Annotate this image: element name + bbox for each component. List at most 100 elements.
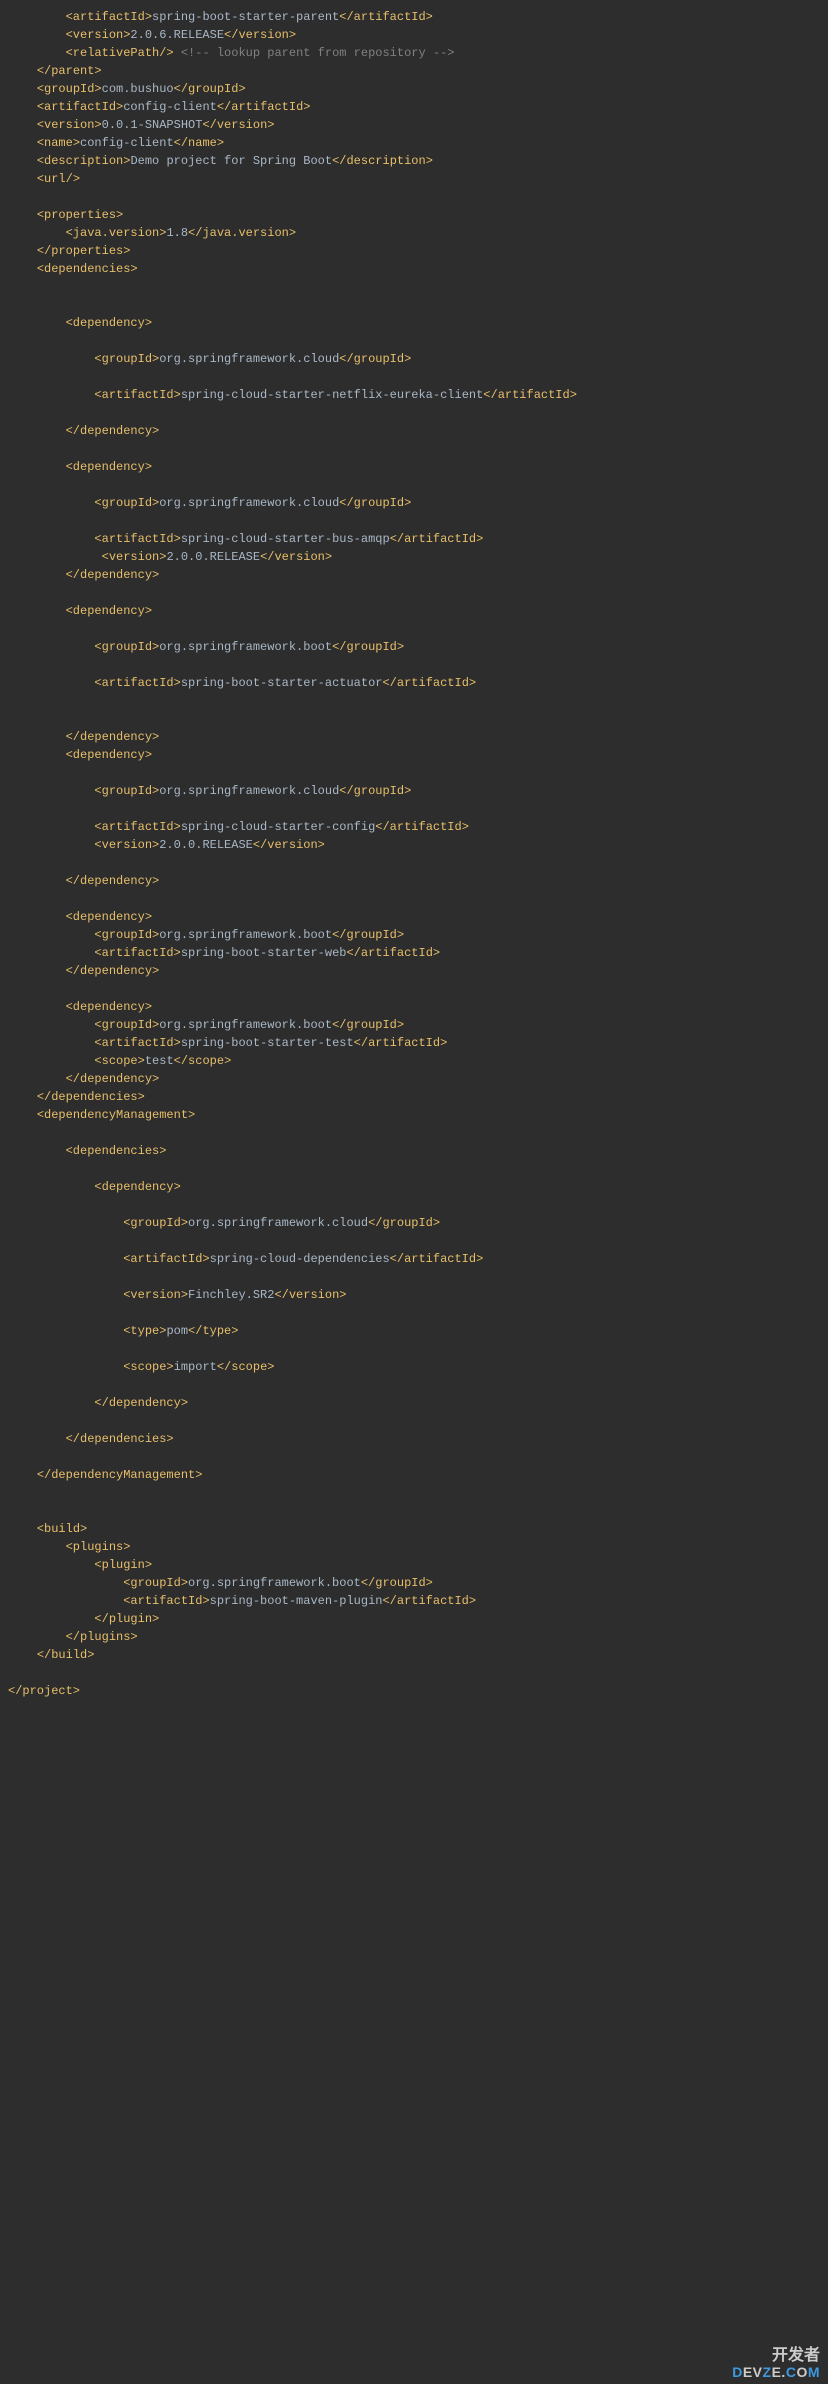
code-line[interactable]: [8, 656, 820, 674]
code-line[interactable]: <build>: [8, 1520, 820, 1538]
code-line[interactable]: <dependencies>: [8, 1142, 820, 1160]
code-line[interactable]: <artifactId>spring-boot-starter-actuator…: [8, 674, 820, 692]
code-line[interactable]: <url/>: [8, 170, 820, 188]
code-line[interactable]: <groupId>org.springframework.cloud</grou…: [8, 350, 820, 368]
code-line[interactable]: <artifactId>spring-cloud-starter-netflix…: [8, 386, 820, 404]
code-line[interactable]: [8, 764, 820, 782]
code-line[interactable]: </properties>: [8, 242, 820, 260]
code-line[interactable]: [8, 278, 820, 296]
code-line[interactable]: </dependencies>: [8, 1088, 820, 1106]
code-line[interactable]: </dependency>: [8, 566, 820, 584]
code-line[interactable]: <groupId>org.springframework.cloud</grou…: [8, 1214, 820, 1232]
code-line[interactable]: [8, 854, 820, 872]
code-line[interactable]: <version>2.0.6.RELEASE</version>: [8, 26, 820, 44]
code-line[interactable]: </build>: [8, 1646, 820, 1664]
code-line[interactable]: [8, 1232, 820, 1250]
code-line[interactable]: <dependency>: [8, 314, 820, 332]
code-line[interactable]: <type>pom</type>: [8, 1322, 820, 1340]
code-line[interactable]: [8, 980, 820, 998]
code-line[interactable]: <java.version>1.8</java.version>: [8, 224, 820, 242]
code-line[interactable]: </dependency>: [8, 1394, 820, 1412]
code-editor[interactable]: <artifactId>spring-boot-starter-parent</…: [0, 4, 828, 1704]
code-line[interactable]: <groupId>org.springframework.cloud</grou…: [8, 494, 820, 512]
code-line[interactable]: [8, 476, 820, 494]
code-line[interactable]: </project>: [8, 1682, 820, 1700]
code-line[interactable]: <version>2.0.0.RELEASE</version>: [8, 548, 820, 566]
code-line[interactable]: </dependency>: [8, 728, 820, 746]
code-line[interactable]: [8, 584, 820, 602]
code-line[interactable]: [8, 188, 820, 206]
code-line[interactable]: [8, 440, 820, 458]
code-line[interactable]: [8, 1304, 820, 1322]
code-line[interactable]: <version>Finchley.SR2</version>: [8, 1286, 820, 1304]
code-line[interactable]: <version>2.0.0.RELEASE</version>: [8, 836, 820, 854]
code-line[interactable]: </dependency>: [8, 422, 820, 440]
code-line[interactable]: <dependency>: [8, 746, 820, 764]
code-line[interactable]: <groupId>org.springframework.boot</group…: [8, 1016, 820, 1034]
code-line[interactable]: [8, 1268, 820, 1286]
code-line[interactable]: [8, 800, 820, 818]
code-line[interactable]: <name>config-client</name>: [8, 134, 820, 152]
code-token-text: config-client: [80, 136, 174, 150]
code-line[interactable]: [8, 1196, 820, 1214]
code-line[interactable]: <properties>: [8, 206, 820, 224]
code-line[interactable]: <groupId>com.bushuo</groupId>: [8, 80, 820, 98]
code-token-tag: <properties>: [37, 208, 123, 222]
code-line[interactable]: <artifactId>spring-boot-maven-plugin</ar…: [8, 1592, 820, 1610]
code-line[interactable]: [8, 1664, 820, 1682]
code-line[interactable]: [8, 296, 820, 314]
code-line[interactable]: [8, 1340, 820, 1358]
code-line[interactable]: [8, 890, 820, 908]
code-line[interactable]: <groupId>org.springframework.cloud</grou…: [8, 782, 820, 800]
code-line[interactable]: </dependency>: [8, 1070, 820, 1088]
code-line[interactable]: [8, 710, 820, 728]
code-line[interactable]: [8, 1412, 820, 1430]
code-line[interactable]: <artifactId>config-client</artifactId>: [8, 98, 820, 116]
code-line[interactable]: <dependency>: [8, 602, 820, 620]
code-line[interactable]: </parent>: [8, 62, 820, 80]
code-line[interactable]: [8, 1448, 820, 1466]
code-line[interactable]: [8, 512, 820, 530]
code-line[interactable]: [8, 1160, 820, 1178]
code-line[interactable]: [8, 1376, 820, 1394]
code-line[interactable]: [8, 404, 820, 422]
code-line[interactable]: <plugins>: [8, 1538, 820, 1556]
code-line[interactable]: <dependency>: [8, 458, 820, 476]
code-line[interactable]: [8, 368, 820, 386]
code-line[interactable]: <artifactId>spring-cloud-starter-bus-amq…: [8, 530, 820, 548]
code-line[interactable]: [8, 620, 820, 638]
code-line[interactable]: <plugin>: [8, 1556, 820, 1574]
code-line[interactable]: <dependency>: [8, 998, 820, 1016]
code-line[interactable]: [8, 1124, 820, 1142]
code-line[interactable]: <groupId>org.springframework.boot</group…: [8, 638, 820, 656]
code-line[interactable]: <scope>import</scope>: [8, 1358, 820, 1376]
code-token-tag: </groupId>: [332, 640, 404, 654]
code-line[interactable]: <description>Demo project for Spring Boo…: [8, 152, 820, 170]
code-line[interactable]: <artifactId>spring-boot-starter-test</ar…: [8, 1034, 820, 1052]
code-line[interactable]: [8, 1484, 820, 1502]
code-token-text: Finchley.SR2: [188, 1288, 274, 1302]
code-line[interactable]: <relativePath/> <!-- lookup parent from …: [8, 44, 820, 62]
code-token-text: 2.0.6.RELEASE: [130, 28, 224, 42]
code-line[interactable]: [8, 692, 820, 710]
code-line[interactable]: <version>0.0.1-SNAPSHOT</version>: [8, 116, 820, 134]
code-line[interactable]: <scope>test</scope>: [8, 1052, 820, 1070]
code-line[interactable]: </dependency>: [8, 962, 820, 980]
code-line[interactable]: <artifactId>spring-cloud-starter-config<…: [8, 818, 820, 836]
code-line[interactable]: [8, 332, 820, 350]
code-line[interactable]: </plugins>: [8, 1628, 820, 1646]
code-line[interactable]: <dependency>: [8, 1178, 820, 1196]
code-line[interactable]: <artifactId>spring-cloud-dependencies</a…: [8, 1250, 820, 1268]
code-line[interactable]: <dependency>: [8, 908, 820, 926]
code-line[interactable]: <dependencies>: [8, 260, 820, 278]
code-line[interactable]: </dependency>: [8, 872, 820, 890]
code-line[interactable]: <groupId>org.springframework.boot</group…: [8, 926, 820, 944]
code-line[interactable]: <groupId>org.springframework.boot</group…: [8, 1574, 820, 1592]
code-line[interactable]: </plugin>: [8, 1610, 820, 1628]
code-line[interactable]: </dependencies>: [8, 1430, 820, 1448]
code-line[interactable]: [8, 1502, 820, 1520]
code-line[interactable]: <dependencyManagement>: [8, 1106, 820, 1124]
code-line[interactable]: </dependencyManagement>: [8, 1466, 820, 1484]
code-line[interactable]: <artifactId>spring-boot-starter-web</art…: [8, 944, 820, 962]
code-line[interactable]: <artifactId>spring-boot-starter-parent</…: [8, 8, 820, 26]
